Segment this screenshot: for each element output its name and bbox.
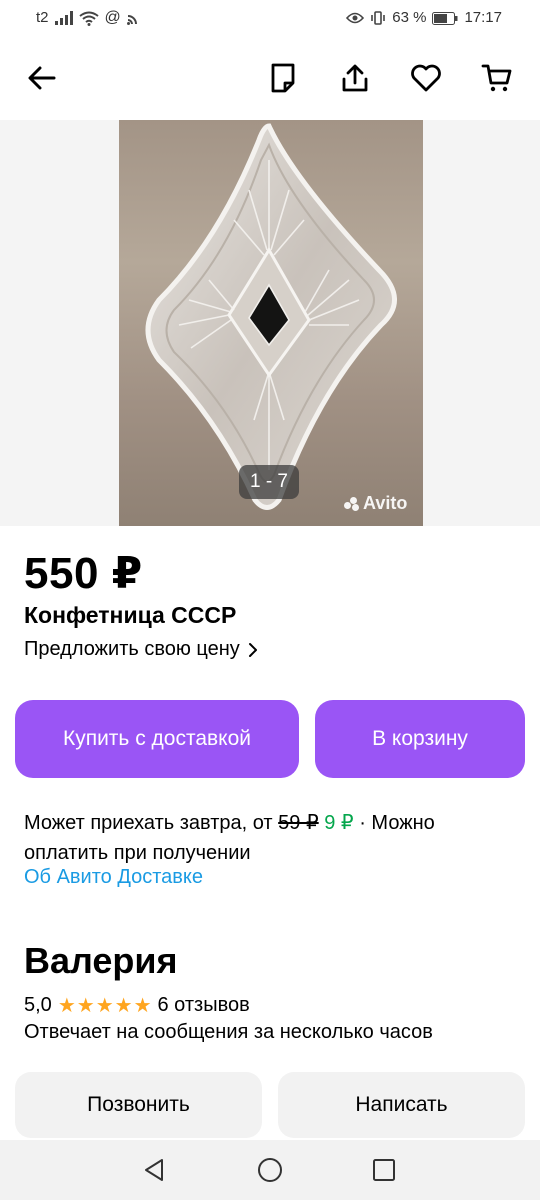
add-to-cart-button[interactable]: В корзину [315, 700, 525, 778]
delivery-text-prefix: Может приехать завтра, от [24, 812, 273, 834]
wifi-icon [78, 11, 99, 26]
star-icon: ★ [114, 995, 133, 1017]
nav-back-button[interactable] [139, 1155, 169, 1185]
at-sign-icon: @ [104, 9, 121, 26]
share-button[interactable] [335, 58, 375, 98]
back-arrow-icon [28, 66, 56, 90]
vibrate-icon [371, 11, 386, 25]
buy-with-delivery-button[interactable]: Купить с доставкой [15, 700, 299, 778]
battery-percent: 63 % [392, 9, 427, 26]
avito-logo-icon [344, 496, 360, 511]
delivery-new-price: 9 ₽ [324, 812, 354, 834]
reviews-count: 6 отзывов [157, 994, 250, 1016]
star-icon: ★ [76, 995, 95, 1017]
photo-counter: 1 - 7 [239, 465, 299, 499]
cart-icon [481, 64, 512, 92]
nav-recents-icon [373, 1159, 395, 1181]
app-bar [0, 36, 540, 120]
delivery-info: Может приехать завтра, от 59 ₽ 9 ₽ · Мож… [24, 808, 514, 868]
nav-recents-button[interactable] [369, 1155, 399, 1185]
listing-price: 550 ₽ [24, 549, 143, 598]
favorite-button[interactable] [406, 58, 446, 98]
rating-value: 5,0 [24, 994, 52, 1016]
note-button[interactable] [263, 58, 303, 98]
offer-price-link[interactable]: Предложить свою цену [24, 638, 258, 661]
share-icon [342, 64, 368, 92]
carrier-label: t2 [36, 9, 49, 26]
system-nav-bar [0, 1140, 540, 1200]
about-delivery-link[interactable]: Об Авито Доставке [24, 866, 203, 889]
call-button[interactable]: Позвонить [15, 1072, 262, 1138]
status-bar: t2 @ 63 % 17:17 [0, 0, 540, 36]
cart-button[interactable] [477, 58, 517, 98]
star-icon: ★ [133, 995, 152, 1017]
offer-price-label: Предложить свою цену [24, 638, 240, 660]
message-button[interactable]: Написать [278, 1072, 525, 1138]
note-icon [271, 63, 295, 93]
seller-rating[interactable]: 5,0 ★ ★ ★ ★ ★ 6 отзывов [24, 993, 250, 1018]
signal-icon [54, 11, 73, 25]
nav-home-button[interactable] [255, 1155, 285, 1185]
nav-back-icon [145, 1159, 163, 1181]
photo-gallery[interactable]: 1 - 7 Avito [0, 120, 540, 526]
avito-watermark: Avito [344, 493, 407, 514]
star-icon: ★ [95, 995, 114, 1017]
battery-icon [432, 11, 458, 25]
delivery-old-price: 59 ₽ [278, 812, 319, 834]
star-icon: ★ [57, 995, 76, 1017]
watermark-text: Avito [363, 493, 408, 513]
eye-icon [346, 12, 365, 24]
seller-reply-note: Отвечает на сообщения за несколько часов [24, 1021, 433, 1043]
heart-icon [411, 64, 441, 92]
listing-title: Конфетница СССР [24, 602, 237, 628]
nav-home-icon [258, 1158, 282, 1182]
back-button[interactable] [22, 58, 62, 98]
cast-icon [126, 15, 137, 25]
rating-stars: ★ ★ ★ ★ ★ [58, 993, 152, 1018]
clock: 17:17 [464, 9, 502, 26]
seller-name[interactable]: Валерия [24, 940, 178, 982]
chevron-right-icon [248, 642, 257, 657]
